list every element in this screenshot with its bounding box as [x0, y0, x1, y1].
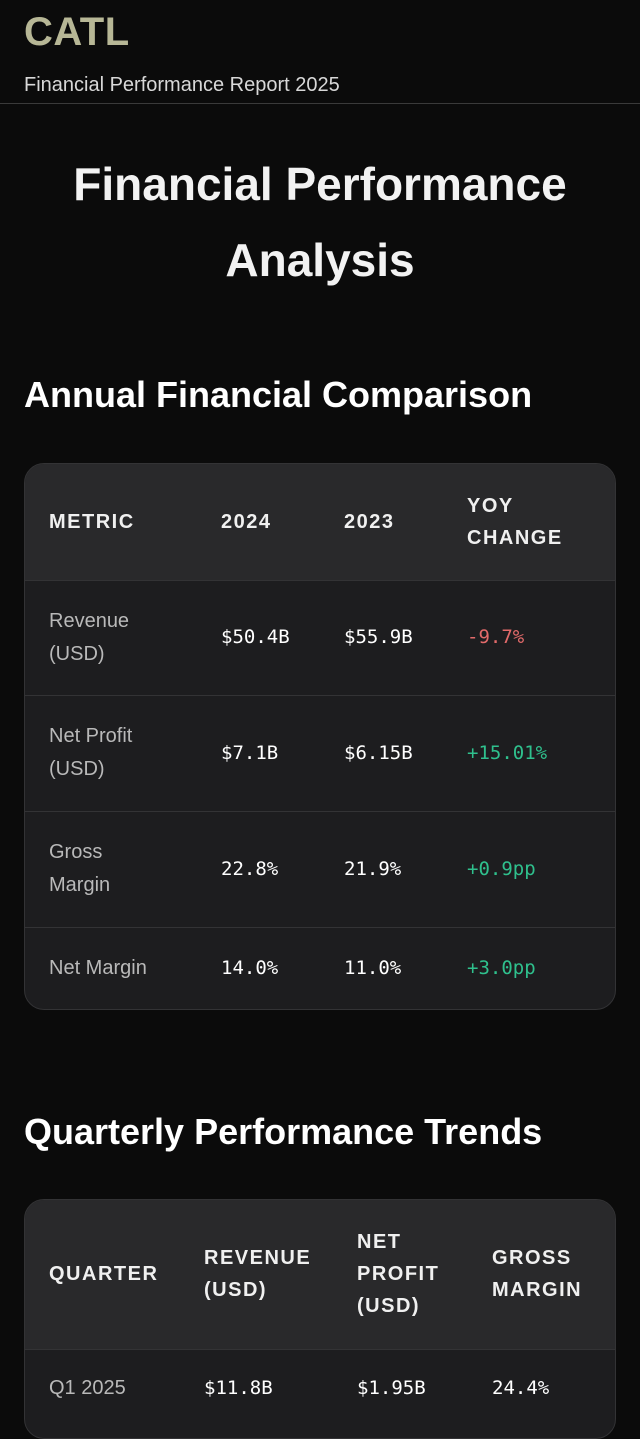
logo[interactable]: CATL	[24, 10, 130, 55]
metric-label: Net Margin	[25, 926, 197, 1009]
column-header-revenue: REVENUE (USD)	[180, 1200, 333, 1349]
value-2023: $55.9B	[320, 579, 443, 695]
column-header-quarter: QUARTER	[25, 1200, 180, 1349]
value-2024: $50.4B	[197, 579, 320, 695]
column-header-2023: 2023	[320, 464, 443, 580]
table-header-row: QUARTER REVENUE (USD) NET PROFIT (USD) G…	[25, 1200, 615, 1349]
annual-section-title: Annual Financial Comparison	[24, 374, 533, 415]
column-header-net-profit: NET PROFIT (USD)	[333, 1200, 468, 1349]
quarterly-section-title: Quarterly Performance Trends	[24, 1111, 543, 1152]
report-header: CATL Financial Performance Report 2025	[0, 0, 640, 104]
value-2024: 14.0%	[197, 926, 320, 1009]
yoy-change: +0.9pp	[443, 810, 615, 927]
value-2023: $6.15B	[320, 694, 443, 811]
table-row: Q1 2025 $11.8B $1.95B 24.4%	[25, 1348, 615, 1429]
table-row: Net Profit (USD) $7.1B $6.15B +15.01%	[25, 694, 615, 811]
report-subtitle: Financial Performance Report 2025	[24, 74, 340, 96]
table-row: Gross Margin 22.8% 21.9% +0.9pp	[25, 810, 615, 927]
column-header-gross-margin: GROSS MARGIN	[468, 1200, 615, 1349]
metric-label: Gross Margin	[25, 810, 197, 927]
column-header-yoy-change: YOY CHANGE	[443, 464, 615, 580]
quarter-net-profit: $1.95B	[333, 1348, 468, 1429]
quarter-revenue: $11.8B	[180, 1348, 333, 1429]
yoy-change: -9.7%	[443, 579, 615, 695]
page-title: Financial Performance Analysis	[73, 158, 567, 286]
column-header-metric: METRIC	[25, 464, 197, 580]
quarter-gross-margin: 24.4%	[468, 1348, 615, 1429]
value-2024: $7.1B	[197, 694, 320, 811]
quarterly-trends-table: QUARTER REVENUE (USD) NET PROFIT (USD) G…	[24, 1199, 616, 1439]
annual-comparison-table: METRIC 2024 2023 YOY CHANGE Revenue (USD…	[24, 463, 616, 1010]
table-header-row: METRIC 2024 2023 YOY CHANGE	[25, 464, 615, 580]
yoy-change: +15.01%	[443, 694, 615, 811]
table-row: Net Margin 14.0% 11.0% +3.0pp	[25, 926, 615, 1009]
value-2023: 11.0%	[320, 926, 443, 1009]
value-2023: 21.9%	[320, 810, 443, 927]
table-row: Revenue (USD) $50.4B $55.9B -9.7%	[25, 579, 615, 695]
value-2024: 22.8%	[197, 810, 320, 927]
metric-label: Net Profit (USD)	[25, 694, 197, 811]
yoy-change: +3.0pp	[443, 926, 615, 1009]
quarter-label: Q1 2025	[25, 1348, 180, 1429]
metric-label: Revenue (USD)	[25, 579, 197, 695]
column-header-2024: 2024	[197, 464, 320, 580]
